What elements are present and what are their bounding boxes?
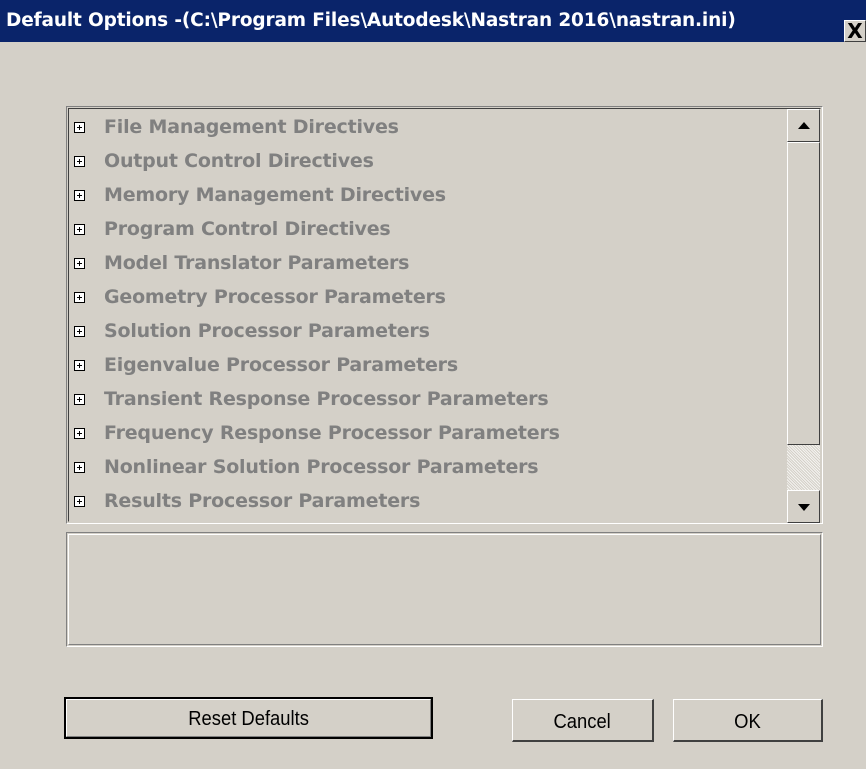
tree-item-file-management[interactable]: File Management Directives [69, 110, 787, 144]
expand-plus-icon[interactable] [74, 257, 85, 269]
arrow-up-icon [798, 122, 810, 129]
close-button[interactable]: X [844, 20, 866, 42]
tree-item-label: File Management Directives [104, 116, 399, 138]
expand-plus-icon[interactable] [74, 189, 85, 201]
tree-vertical-scrollbar[interactable] [787, 109, 820, 523]
tree-item-model-translator[interactable]: Model Translator Parameters [69, 246, 787, 280]
scroll-down-button[interactable] [787, 490, 820, 523]
expand-plus-icon[interactable] [74, 495, 85, 507]
window-title: Default Options -(C:\Program Files\Autod… [6, 10, 736, 31]
tree-item-transient-response[interactable]: Transient Response Processor Parameters [69, 382, 787, 416]
reset-defaults-face: Reset Defaults [66, 699, 431, 737]
expand-plus-icon[interactable] [74, 291, 85, 303]
tree-item-program-control[interactable]: Program Control Directives [69, 212, 787, 246]
expand-plus-icon[interactable] [74, 155, 85, 167]
tree-item-geometry-processor[interactable]: Geometry Processor Parameters [69, 280, 787, 314]
reset-defaults-button[interactable]: Reset Defaults [64, 697, 433, 739]
tree-item-nonlinear-solution[interactable]: Nonlinear Solution Processor Parameters [69, 450, 787, 484]
tree-item-label: Solution Processor Parameters [104, 320, 430, 342]
expand-plus-icon[interactable] [74, 359, 85, 371]
arrow-down-icon [798, 504, 810, 511]
tree-item-label: Frequency Response Processor Parameters [104, 422, 560, 444]
tree-item-output-control[interactable]: Output Control Directives [69, 144, 787, 178]
expand-plus-icon[interactable] [74, 461, 85, 473]
tree-item-label: Geometry Processor Parameters [104, 286, 446, 308]
options-tree-frame: File Management Directives Output Contro… [68, 108, 821, 523]
options-tree-panel: File Management Directives Output Contro… [66, 106, 823, 524]
cancel-button[interactable]: Cancel [512, 699, 654, 742]
description-text [68, 534, 821, 645]
expand-plus-icon[interactable] [74, 427, 85, 439]
tree-item-label: Nonlinear Solution Processor Parameters [104, 456, 539, 478]
scroll-up-button[interactable] [787, 109, 820, 142]
expand-plus-icon[interactable] [74, 223, 85, 235]
close-icon: X [847, 19, 863, 42]
tree-item-label: Program Control Directives [104, 218, 391, 240]
tree-item-label: Eigenvalue Processor Parameters [104, 354, 458, 376]
tree-item-solution-processor[interactable]: Solution Processor Parameters [69, 314, 787, 348]
tree-item-label: Results Processor Parameters [104, 490, 421, 512]
scroll-track[interactable] [787, 445, 820, 490]
expand-plus-icon[interactable] [74, 121, 85, 133]
description-panel [66, 532, 823, 647]
title-bar[interactable]: Default Options -(C:\Program Files\Autod… [0, 0, 866, 42]
tree-item-label: Transient Response Processor Parameters [104, 388, 549, 410]
ok-button[interactable]: OK [673, 699, 823, 742]
tree-item-label: Model Translator Parameters [104, 252, 410, 274]
tree-item-label: Memory Management Directives [104, 184, 446, 206]
expand-plus-icon[interactable] [74, 325, 85, 337]
reset-defaults-label: Reset Defaults [188, 708, 309, 730]
default-options-dialog: Default Options -(C:\Program Files\Autod… [0, 0, 866, 769]
cancel-label: Cancel [553, 711, 612, 733]
tree-item-frequency-response[interactable]: Frequency Response Processor Parameters [69, 416, 787, 450]
tree-item-results-processor[interactable]: Results Processor Parameters [69, 484, 787, 518]
tree-item-label: Output Control Directives [104, 150, 374, 172]
scroll-thumb[interactable] [787, 142, 820, 445]
expand-plus-icon[interactable] [74, 393, 85, 405]
tree-item-memory-management[interactable]: Memory Management Directives [69, 178, 787, 212]
ok-label: OK [734, 711, 761, 733]
tree-item-eigenvalue-processor[interactable]: Eigenvalue Processor Parameters [69, 348, 787, 382]
